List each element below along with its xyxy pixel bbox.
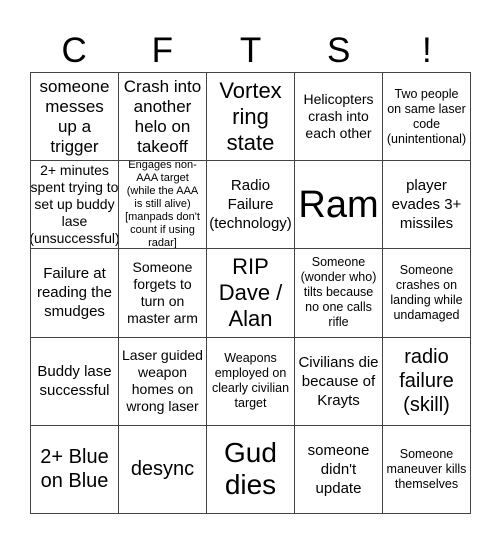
- header-letter-s: S: [327, 31, 351, 70]
- bingo-cell[interactable]: Vortex ring state: [207, 73, 295, 162]
- bingo-cell[interactable]: 2+ minutes spent trying to set up buddy …: [31, 161, 119, 250]
- cell-text: Helicopters crash into each other: [303, 91, 374, 142]
- header-letter-exclaim: !: [422, 31, 432, 70]
- bingo-cell[interactable]: Civilians die because of Krayts: [295, 337, 383, 426]
- bingo-cell[interactable]: Buddy lase successful: [31, 337, 119, 426]
- bingo-cell[interactable]: radio failure (skill): [383, 337, 471, 426]
- bingo-cell[interactable]: Someone maneuver kills themselves: [383, 425, 471, 514]
- bingo-cell[interactable]: Laser guided weapon homes on wrong laser: [119, 337, 207, 426]
- bingo-cell[interactable]: Two people on same laser code (unintenti…: [383, 73, 471, 162]
- header-letter-f: F: [151, 31, 173, 70]
- cell-text: Two people on same laser code (unintenti…: [386, 86, 467, 146]
- cell-text: radio failure (skill): [399, 346, 454, 417]
- cell-text: Engages non-AAA target (while the AAA is…: [125, 161, 200, 250]
- cell-text: Someone maneuver kills themselves: [386, 446, 467, 491]
- cell-text: Someone forgets to turn on master arm: [127, 258, 198, 326]
- cell-text: Civilians die because of Krayts: [298, 353, 379, 409]
- bingo-header: C F T S !: [30, 30, 471, 72]
- cell-text: Vortex ring state: [219, 77, 282, 155]
- cell-text: Buddy lase successful: [37, 363, 112, 400]
- bingo-cell[interactable]: Weapons employed on clearly civilian tar…: [207, 337, 295, 426]
- cell-text: player evades 3+ missiles: [391, 177, 462, 233]
- bingo-cell[interactable]: Someone (wonder who) tilts because no on…: [295, 249, 383, 338]
- bingo-cell[interactable]: RIP Dave / Alan: [207, 249, 295, 338]
- bingo-cell[interactable]: Someone forgets to turn on master arm: [119, 249, 207, 338]
- cell-text: Weapons employed on clearly civilian tar…: [211, 351, 290, 411]
- bingo-cell[interactable]: desync: [119, 425, 207, 514]
- cell-text: Gud dies: [224, 437, 277, 501]
- bingo-cell[interactable]: Crash into another helo on takeoff: [119, 73, 207, 162]
- cell-text: someone messes up a trigger: [39, 76, 110, 156]
- bingo-cell[interactable]: Gud dies: [207, 425, 295, 514]
- cell-text: someone didn't update: [307, 441, 370, 497]
- cell-text: desync: [130, 458, 195, 481]
- bingo-cell[interactable]: Failure at reading the smudges: [31, 249, 119, 338]
- bingo-cell[interactable]: 2+ Blue on Blue: [31, 425, 119, 514]
- bingo-grid: someone messes up a trigger Crash into a…: [30, 72, 471, 514]
- cell-text: 2+ minutes spent trying to set up buddy …: [31, 162, 119, 247]
- bingo-cell[interactable]: someone didn't update: [295, 425, 383, 514]
- cell-text: Someone crashes on landing while undamag…: [390, 262, 463, 322]
- bingo-cell[interactable]: someone messes up a trigger: [31, 73, 119, 162]
- bingo-cell[interactable]: Ram: [295, 161, 383, 250]
- bingo-cell[interactable]: Radio Failure (technology): [207, 161, 295, 250]
- cell-text: 2+ Blue on Blue: [40, 446, 109, 493]
- cell-text: RIP Dave / Alan: [218, 253, 283, 331]
- cell-text: Laser guided weapon homes on wrong laser: [122, 347, 203, 415]
- cell-text: Failure at reading the smudges: [36, 265, 113, 321]
- cell-text: Someone (wonder who) tilts because no on…: [300, 255, 377, 330]
- cell-text: Crash into another helo on takeoff: [123, 76, 202, 156]
- header-letter-c: C: [61, 31, 87, 70]
- bingo-cell[interactable]: player evades 3+ missiles: [383, 161, 471, 250]
- header-letter-t: T: [239, 31, 262, 70]
- cell-text: Ram: [298, 183, 379, 226]
- cell-text: Radio Failure (technology): [209, 177, 292, 233]
- bingo-cell[interactable]: Someone crashes on landing while undamag…: [383, 249, 471, 338]
- bingo-cell[interactable]: Helicopters crash into each other: [295, 73, 383, 162]
- bingo-cell[interactable]: Engages non-AAA target (while the AAA is…: [119, 161, 207, 250]
